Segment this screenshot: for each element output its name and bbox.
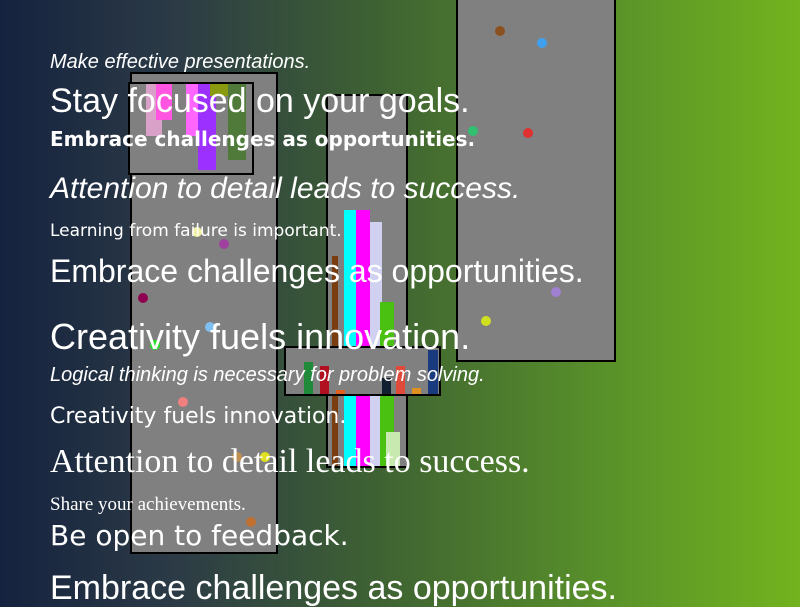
text-line: Embrace challenges as opportunities. — [50, 127, 476, 151]
text-line: Creativity fuels innovation. — [50, 316, 471, 357]
scatter-point — [481, 316, 491, 326]
scatter-point — [138, 293, 148, 303]
bar-mark — [412, 388, 421, 394]
text-line: Share your achievements. — [50, 494, 246, 515]
text-line: Attention to detail leads to success. — [50, 443, 530, 480]
scatter-point — [523, 128, 533, 138]
text-line: Embrace challenges as opportunities. — [50, 253, 584, 289]
text-line: Stay focused on your goals. — [50, 82, 470, 120]
scatter-point — [495, 26, 505, 36]
text-line: Learning from failure is important. — [50, 221, 342, 241]
bar-mark — [336, 390, 345, 394]
text-line: Logical thinking is necessary for proble… — [50, 364, 485, 386]
text-line: Creativity fuels innovation. — [50, 404, 347, 429]
text-line: Make effective presentations. — [50, 51, 311, 73]
text-line: Be open to feedback. — [50, 519, 349, 552]
text-line: Attention to detail leads to success. — [50, 172, 521, 205]
scatter-point — [537, 38, 547, 48]
